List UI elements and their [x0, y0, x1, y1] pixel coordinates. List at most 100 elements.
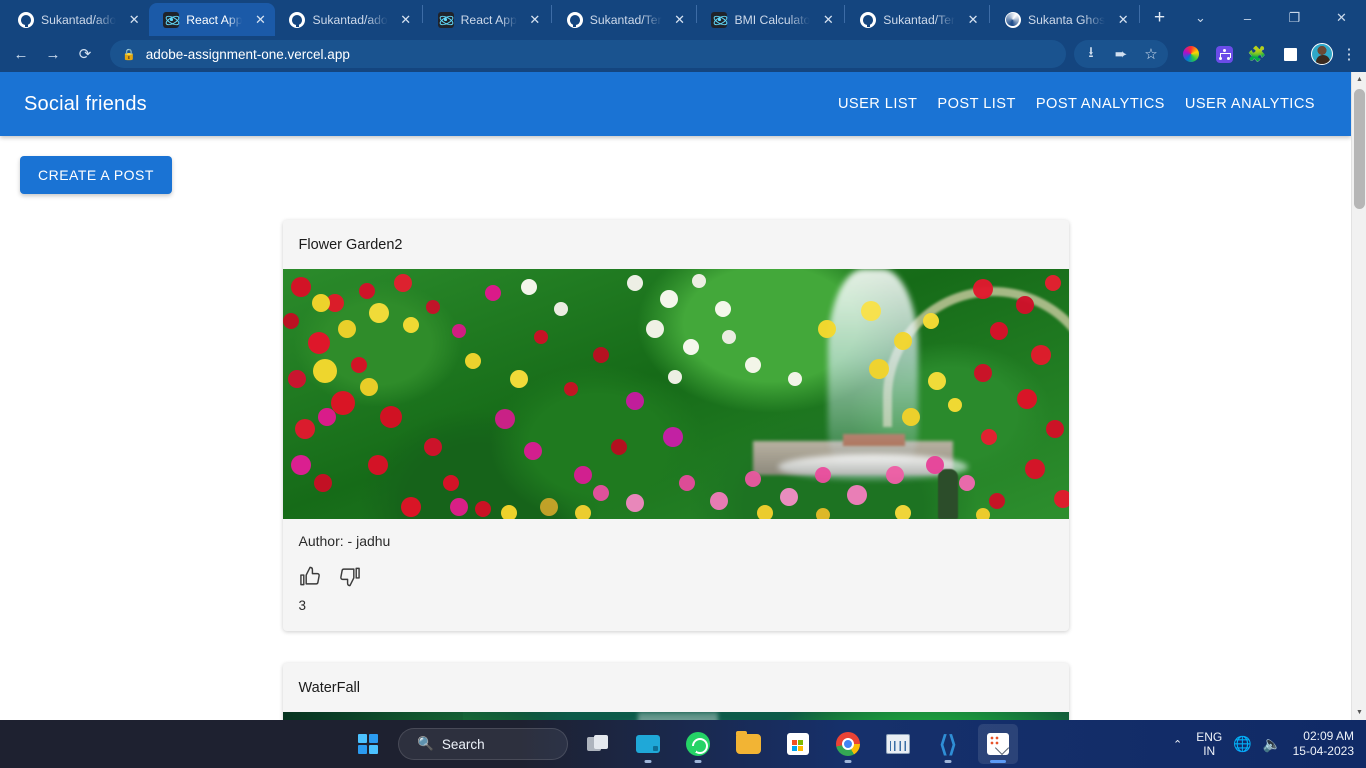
page-scrollbar[interactable]: ▲ ▼ [1351, 72, 1366, 720]
google-chrome-button[interactable] [828, 724, 868, 764]
remote-desktop-button[interactable] [628, 724, 668, 764]
tab-separator [1139, 5, 1141, 23]
create-post-button[interactable]: CREATE A POST [20, 156, 172, 194]
waterfall-photo [282, 712, 1069, 720]
address-bar[interactable]: 🔒 adobe-assignment-one.vercel.app [110, 40, 1066, 68]
tab-close-icon[interactable]: ✕ [251, 11, 269, 29]
tab-close-icon[interactable]: ✕ [671, 11, 689, 29]
tab-close-icon[interactable]: ✕ [397, 11, 415, 29]
tab-title: React App [186, 12, 243, 27]
nav-item-user-analytics[interactable]: USER ANALYTICS [1183, 90, 1317, 118]
post-feed: Flower Garden2 Author: - jadhu 3 WaterFa… [282, 220, 1069, 720]
taskbar-apps: 🔍 Search ⟨⟩ [348, 724, 1018, 764]
globe-no-internet-icon[interactable]: 🌐 [1233, 735, 1252, 753]
address-bar-url: adobe-assignment-one.vercel.app [145, 46, 350, 62]
microsoft-store-icon [787, 733, 809, 755]
forward-icon[interactable]: → [38, 39, 68, 69]
clock-date: 15-04-2023 [1292, 744, 1354, 758]
vs-code-icon: ⟨⟩ [939, 730, 957, 757]
maximize-icon[interactable]: ❐ [1272, 2, 1317, 34]
tab-separator [695, 5, 697, 23]
profile-avatar[interactable] [1311, 43, 1333, 65]
search-tabs-icon[interactable]: ⌄ [1178, 2, 1223, 34]
nav-item-post-analytics[interactable]: POST ANALYTICS [1034, 90, 1167, 118]
chrome-menu-icon[interactable]: ⋮ [1338, 47, 1360, 62]
thumbs-up-icon[interactable] [299, 565, 322, 588]
post-reactions [299, 565, 1053, 588]
tab-separator [844, 5, 846, 23]
tab-title: Sukantad/Ter [589, 12, 662, 27]
thumbs-down-icon[interactable] [338, 565, 361, 588]
post-title: WaterFall [298, 680, 361, 696]
google-chrome-icon [836, 732, 860, 756]
tab-title: Sukanta Ghos [1027, 12, 1106, 27]
search-placeholder: Search [441, 736, 485, 752]
tab-close-icon[interactable]: ✕ [125, 11, 143, 29]
tab-close-icon[interactable]: ✕ [1114, 11, 1132, 29]
browser-tab[interactable]: React App ✕ [424, 3, 550, 36]
clock-time: 02:09 AM [1303, 729, 1354, 743]
windows-taskbar: 🔍 Search ⟨⟩ ⌃ ENG IN 🌐 🔈 02:09 AM 15-04-… [0, 720, 1366, 768]
scroll-down-arrow-icon[interactable]: ▼ [1352, 705, 1366, 720]
system-monitor-button[interactable] [878, 724, 918, 764]
browser-toolbar: ← → ⟳ 🔒 adobe-assignment-one.vercel.app … [0, 36, 1366, 72]
language-indicator[interactable]: ENG IN [1196, 730, 1222, 758]
speaker-icon[interactable]: 🔈 [1263, 735, 1282, 753]
post-card: Flower Garden2 Author: - jadhu 3 [282, 220, 1069, 631]
browser-tab-active[interactable]: React App ✕ [149, 3, 276, 36]
tab-strip: Sukantad/ado ✕ React App ✕ Sukantad/ado … [0, 0, 1366, 36]
react-icon [711, 11, 728, 28]
browser-tab[interactable]: Sukantad/ado ✕ [275, 3, 420, 36]
browser-tab[interactable]: BMI Calculato ✕ [697, 3, 843, 36]
sitemap-extension-icon[interactable] [1211, 41, 1237, 67]
reload-icon[interactable]: ⟳ [70, 39, 100, 69]
back-icon[interactable]: ← [6, 39, 36, 69]
tab-title: Sukantad/Ter [883, 12, 956, 27]
post-image-flower-garden [282, 269, 1069, 519]
task-view-icon [587, 735, 609, 753]
post-like-count: 3 [298, 598, 307, 613]
install-icon[interactable]: ⭳ [1076, 39, 1106, 69]
bookmark-star-icon[interactable]: ☆ [1136, 39, 1166, 69]
new-tab-button[interactable]: + [1147, 4, 1172, 32]
app-brand-title: Social friends [24, 92, 147, 115]
tab-close-icon[interactable]: ✕ [526, 11, 544, 29]
extensions-puzzle-icon[interactable]: 🧩 [1244, 41, 1270, 67]
share-icon[interactable]: ➨ [1106, 39, 1136, 69]
task-view-button[interactable] [578, 724, 618, 764]
nav-item-post-list[interactable]: POST LIST [935, 90, 1017, 118]
scrollbar-thumb[interactable] [1354, 89, 1365, 209]
toolbar-actions: ⭳ ➨ ☆ 🧩 ⋮ [1074, 40, 1360, 68]
github-icon [566, 11, 583, 28]
vs-code-button[interactable]: ⟨⟩ [928, 724, 968, 764]
post-author: Author: - jadhu [298, 533, 391, 549]
tab-close-icon[interactable]: ✕ [964, 11, 982, 29]
close-icon[interactable]: ✕ [1319, 2, 1364, 34]
color-palette-extension-icon[interactable] [1178, 41, 1204, 67]
taskbar-search[interactable]: 🔍 Search [398, 728, 568, 760]
system-tray: ⌃ ENG IN 🌐 🔈 02:09 AM 15-04-2023 [1170, 729, 1360, 759]
browser-tab[interactable]: Sukantad/ado ✕ [4, 3, 149, 36]
file-explorer-button[interactable] [728, 724, 768, 764]
tray-overflow-chevron-icon[interactable]: ⌃ [1170, 738, 1185, 751]
start-button[interactable] [348, 724, 388, 764]
browser-tab[interactable]: Sukantad/Ter ✕ [846, 3, 988, 36]
search-icon: 🔍 [417, 736, 434, 751]
minimize-icon[interactable]: ‒ [1225, 2, 1270, 34]
nav-item-user-list[interactable]: USER LIST [836, 90, 919, 118]
github-icon [289, 11, 306, 28]
globe-icon [1004, 11, 1021, 28]
post-image-waterfall [282, 712, 1069, 720]
snipping-tool-button[interactable] [978, 724, 1018, 764]
clock[interactable]: 02:09 AM 15-04-2023 [1293, 729, 1360, 759]
microsoft-store-button[interactable] [778, 724, 818, 764]
tab-title: Sukantad/ado [312, 12, 388, 27]
scroll-up-arrow-icon[interactable]: ▲ [1352, 72, 1366, 87]
browser-tab[interactable]: Sukanta Ghos ✕ [991, 3, 1138, 36]
browser-tab[interactable]: Sukantad/Ter ✕ [553, 3, 695, 36]
post-card: WaterFall [282, 663, 1069, 720]
side-panel-icon[interactable] [1277, 41, 1303, 67]
whatsapp-button[interactable] [678, 724, 718, 764]
react-icon [163, 11, 180, 28]
tab-close-icon[interactable]: ✕ [819, 11, 837, 29]
